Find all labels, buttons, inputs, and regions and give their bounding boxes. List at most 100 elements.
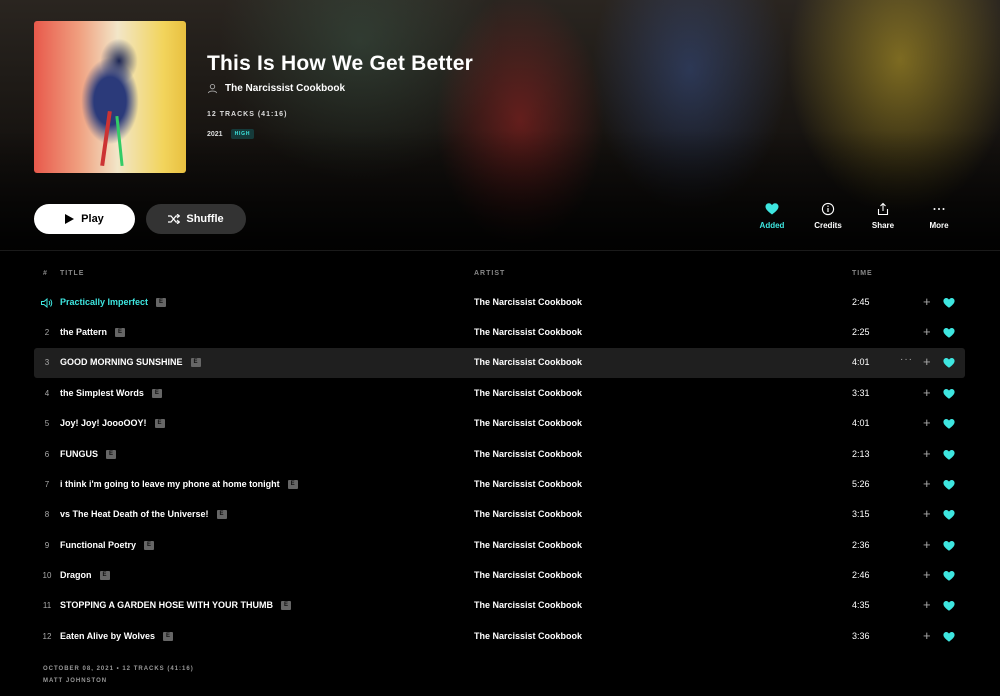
track-artist[interactable]: The Narcissist Cookbook xyxy=(474,540,582,550)
hero-divider xyxy=(0,250,1000,251)
track-row[interactable]: 9 Functional Poetry E The Narcissist Cookbo… xyxy=(34,531,965,561)
heart-filled-icon[interactable] xyxy=(943,388,955,400)
track-title[interactable]: FUNGUS xyxy=(60,449,98,459)
more-button[interactable]: More xyxy=(919,202,959,230)
track-artist[interactable]: The Narcissist Cookbook xyxy=(474,449,582,459)
track-number: 4 xyxy=(44,389,50,398)
track-title[interactable]: GOOD MORNING SUNSHINE xyxy=(60,357,183,367)
track-artist[interactable]: The Narcissist Cookbook xyxy=(474,631,582,641)
track-duration: 3:15 xyxy=(852,509,870,519)
track-number: 9 xyxy=(44,541,50,550)
track-row[interactable]: 5 Joy! Joy! JoooOOY! E The Narcissist Cookb… xyxy=(34,409,965,439)
track-duration: 4:01 xyxy=(852,357,870,367)
track-title[interactable]: Dragon xyxy=(60,570,92,580)
heart-filled-icon[interactable] xyxy=(943,418,955,430)
track-artist[interactable]: The Narcissist Cookbook xyxy=(474,297,582,307)
heart-filled-icon[interactable] xyxy=(943,449,955,461)
heart-filled-icon[interactable] xyxy=(943,327,955,339)
heart-filled-icon[interactable] xyxy=(943,570,955,582)
track-artist[interactable]: The Narcissist Cookbook xyxy=(474,570,582,580)
track-artist[interactable]: The Narcissist Cookbook xyxy=(474,388,582,398)
heart-filled-icon[interactable] xyxy=(943,600,955,612)
track-title[interactable]: Eaten Alive by Wolves xyxy=(60,631,155,641)
track-duration: 4:01 xyxy=(852,418,870,428)
track-title[interactable]: the Simplest Words xyxy=(60,388,144,398)
add-to-playlist-icon[interactable]: + xyxy=(923,325,931,338)
release-meta: 2021 HIGH xyxy=(207,129,255,139)
explicit-badge: E xyxy=(115,327,126,337)
track-row[interactable]: 4 the Simplest Words E The Narcissist Cookb… xyxy=(34,379,965,409)
play-button[interactable]: Play xyxy=(34,204,135,234)
track-title[interactable]: vs The Heat Death of the Universe! xyxy=(60,509,209,519)
cover-art-stroke xyxy=(115,115,124,167)
explicit-badge: E xyxy=(106,449,116,459)
add-to-playlist-icon[interactable]: + xyxy=(923,538,931,551)
added-favorite-button[interactable]: Added xyxy=(752,202,792,230)
heart-filled-icon[interactable] xyxy=(943,509,955,521)
add-to-playlist-icon[interactable]: + xyxy=(923,447,931,460)
track-artist[interactable]: The Narcissist Cookbook xyxy=(474,327,582,337)
credits-button[interactable]: Credits xyxy=(808,202,848,230)
track-row[interactable]: 2 the Pattern E The Narcissist Cookbook 2:25… xyxy=(34,318,965,348)
track-duration: 2:13 xyxy=(852,449,870,459)
track-row[interactable]: 7 i think i'm going to leave my phone at … xyxy=(34,470,965,500)
track-artist[interactable]: The Narcissist Cookbook xyxy=(474,357,582,367)
album-artist-link[interactable]: The Narcissist Cookbook xyxy=(207,83,345,94)
track-duration: 3:31 xyxy=(852,388,870,398)
track-row[interactable]: Practically Imperfect E The Narcissist Coo… xyxy=(34,288,965,318)
track-artist[interactable]: The Narcissist Cookbook xyxy=(474,479,582,489)
album-cover[interactable] xyxy=(34,21,186,173)
add-to-playlist-icon[interactable]: + xyxy=(923,629,931,642)
track-row[interactable]: 6 FUNGUS E The Narcissist Cookbook 2:13 + xyxy=(34,440,965,470)
track-title-cell: STOPPING A GARDEN HOSE WITH YOUR THUMB E xyxy=(60,600,292,610)
add-to-playlist-icon[interactable]: + xyxy=(923,568,931,581)
track-title[interactable]: STOPPING A GARDEN HOSE WITH YOUR THUMB xyxy=(60,600,273,610)
track-title[interactable]: Joy! Joy! JoooOOY! xyxy=(60,418,147,428)
share-label: Share xyxy=(871,221,895,230)
add-to-playlist-icon[interactable]: + xyxy=(923,416,931,429)
explicit-badge: E xyxy=(99,570,110,580)
track-artist[interactable]: The Narcissist Cookbook xyxy=(474,418,582,428)
track-row[interactable]: 11 STOPPING A GARDEN HOSE WITH YOUR THUMB… xyxy=(34,591,965,621)
column-time[interactable]: TIME xyxy=(852,270,873,277)
added-label: Added xyxy=(759,221,785,230)
play-button-label: Play xyxy=(81,213,104,225)
more-label: More xyxy=(929,221,949,230)
quality-badge: HIGH xyxy=(230,129,255,139)
add-to-playlist-icon[interactable]: + xyxy=(923,477,931,490)
heart-filled-icon[interactable] xyxy=(943,357,955,369)
add-to-playlist-icon[interactable]: + xyxy=(923,386,931,399)
track-title[interactable]: i think i'm going to leave my phone at h… xyxy=(60,479,280,489)
add-to-playlist-icon[interactable]: + xyxy=(923,507,931,520)
add-to-playlist-icon[interactable]: + xyxy=(923,355,931,368)
track-artist[interactable]: The Narcissist Cookbook xyxy=(474,600,582,610)
heart-filled-icon[interactable] xyxy=(943,479,955,491)
share-button[interactable]: Share xyxy=(863,202,903,230)
track-title[interactable]: the Pattern xyxy=(60,327,107,337)
heart-filled-icon[interactable] xyxy=(943,540,955,552)
column-title[interactable]: TITLE xyxy=(60,270,84,277)
heart-filled-icon[interactable] xyxy=(943,297,955,309)
track-artist[interactable]: The Narcissist Cookbook xyxy=(474,509,582,519)
add-to-playlist-icon[interactable]: + xyxy=(923,295,931,308)
explicit-badge: E xyxy=(144,540,155,550)
heart-filled-icon xyxy=(765,203,779,215)
column-artist[interactable]: ARTIST xyxy=(474,270,505,277)
heart-filled-icon[interactable] xyxy=(943,631,955,643)
track-row[interactable]: 3 GOOD MORNING SUNSHINE E The Narcissist Co… xyxy=(34,348,965,378)
track-title-cell: Practically Imperfect E xyxy=(60,297,167,307)
release-year: 2021 xyxy=(207,130,223,138)
shuffle-button[interactable]: Shuffle xyxy=(146,204,246,234)
shuffle-button-label: Shuffle xyxy=(186,213,224,225)
track-title[interactable]: Practically Imperfect xyxy=(60,297,148,307)
track-row[interactable]: 12 Eaten Alive by Wolves E The Narcissist C… xyxy=(34,622,965,652)
play-icon xyxy=(65,214,75,224)
track-row[interactable]: 8 vs The Heat Death of the Universe! E The … xyxy=(34,500,965,530)
track-more-icon[interactable]: ··· xyxy=(900,354,913,365)
add-to-playlist-icon[interactable]: + xyxy=(923,598,931,611)
track-title-cell: FUNGUS E xyxy=(60,449,116,459)
cover-art-stroke xyxy=(100,110,112,167)
explicit-badge: E xyxy=(151,388,162,398)
track-row[interactable]: 10 Dragon E The Narcissist Cookbook 2:46 + xyxy=(34,561,965,591)
track-title[interactable]: Functional Poetry xyxy=(60,540,136,550)
